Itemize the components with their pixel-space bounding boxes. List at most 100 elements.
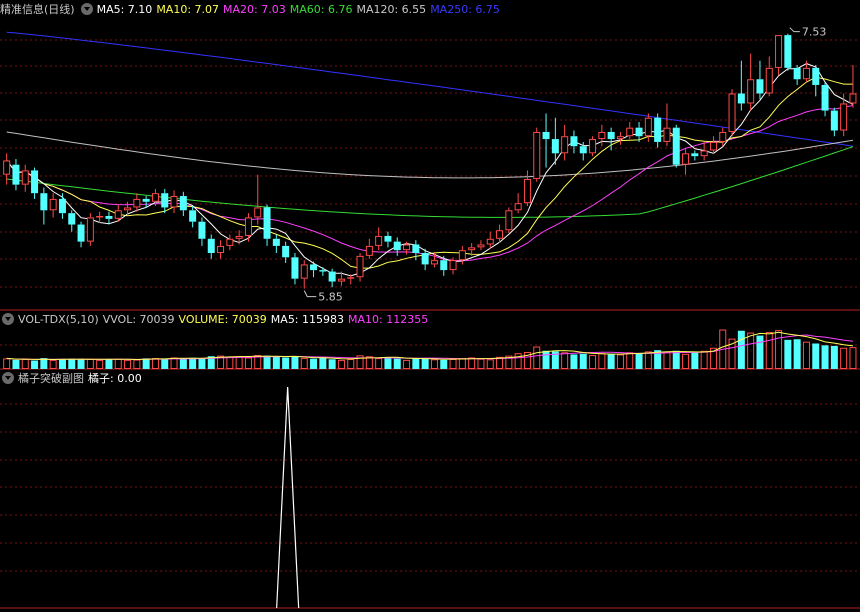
candle-body — [142, 198, 150, 202]
candle-body — [49, 198, 57, 211]
volume-bar — [542, 350, 550, 369]
candle-body — [523, 178, 531, 204]
volume-bar — [421, 358, 429, 369]
collapse-triangle-icon[interactable] — [2, 313, 14, 325]
volume-bar — [849, 347, 857, 369]
chart-canvas[interactable]: 7.53 5.85 — [0, 0, 860, 612]
volume-bar — [598, 353, 606, 369]
candle-body — [263, 207, 271, 239]
volume-bar — [347, 358, 355, 370]
volume-bar — [291, 356, 299, 369]
volume-bar — [626, 352, 634, 369]
volume-bar — [802, 341, 810, 369]
candle-body — [384, 235, 392, 242]
candle-body — [217, 245, 225, 254]
volume-bar — [765, 331, 773, 370]
candle-body — [458, 250, 466, 261]
main-indicator-0: MA5: 7.10 — [96, 3, 153, 16]
volume-bar — [86, 358, 94, 370]
volume-bar — [105, 359, 113, 369]
candle-body — [765, 67, 773, 94]
sub-panel-legend: 橘子突破副图 橘子: 0.00 — [0, 370, 150, 388]
volume-bar — [310, 358, 318, 369]
candle-body — [607, 131, 615, 140]
volume-bar — [300, 358, 308, 370]
stock-chart-window: 精准信息(日线) MA5: 7.10 MA10: 7.07 MA20: 7.03 MA6… — [0, 0, 860, 612]
candle-body — [31, 170, 39, 194]
volume-bar — [486, 359, 494, 370]
volume-bar — [337, 359, 345, 369]
candle-body — [365, 245, 373, 256]
collapse-triangle-icon[interactable] — [80, 3, 93, 15]
candle-body — [672, 127, 680, 165]
candle-body — [403, 244, 411, 251]
ma5-line — [6, 63, 854, 277]
volume-bar — [58, 359, 66, 369]
volume-bar — [644, 351, 652, 370]
candle-body — [189, 210, 197, 222]
volume-bar — [775, 330, 783, 369]
candle-body — [570, 136, 578, 147]
volume-bar — [161, 358, 169, 369]
candle-body — [784, 35, 792, 68]
candle-body — [58, 198, 66, 214]
candle-body — [440, 260, 448, 271]
candle-body — [235, 235, 243, 239]
volume-bar — [319, 357, 327, 369]
candle-body — [179, 196, 187, 211]
main-title: 精准信息(日线) — [0, 3, 75, 16]
volume-bar — [747, 332, 755, 369]
volume-indicator-0: VVOL: 70039 — [102, 313, 175, 326]
sub-indicator-0: 橘子: 0.00 — [88, 372, 142, 385]
volume-bar — [189, 357, 197, 369]
volume-bar — [3, 358, 11, 369]
candle-body — [747, 79, 755, 104]
main-indicator-1: MA10: 7.07 — [156, 3, 220, 16]
volume-bar — [440, 359, 448, 369]
candle-body — [663, 127, 671, 142]
volume-bar — [589, 355, 597, 370]
candle-body — [728, 93, 736, 132]
volume-bar — [561, 352, 569, 369]
main-panel-legend: 精准信息(日线) MA5: 7.10 MA10: 7.07 MA20: 7.03 MA6… — [0, 1, 508, 19]
volume-bar — [449, 358, 457, 370]
candle-body — [542, 131, 550, 140]
main-indicator-4: MA120: 6.55 — [356, 3, 427, 16]
candle-body — [310, 264, 318, 271]
volume-bar — [793, 339, 801, 369]
candle-body — [3, 160, 11, 175]
candle-body — [421, 253, 429, 265]
candle-body — [793, 67, 801, 80]
candle-body — [356, 255, 364, 278]
volume-bar — [468, 357, 476, 369]
collapse-triangle-icon[interactable] — [2, 372, 14, 384]
volume-bar — [756, 335, 764, 369]
volume-bar — [393, 358, 401, 369]
volume-bar — [263, 355, 271, 369]
candle-body — [496, 230, 504, 239]
candle-body — [244, 217, 252, 236]
volume-bar — [840, 347, 848, 370]
candle-body — [840, 103, 848, 131]
candle-body — [77, 224, 85, 242]
orange-signal-spike — [276, 386, 300, 609]
volume-bar — [142, 358, 150, 369]
candle-body — [300, 264, 308, 279]
main-indicator-5: MA250: 6.75 — [430, 3, 500, 16]
candle-body — [709, 141, 717, 151]
candle-body — [412, 244, 420, 254]
candle-body — [644, 117, 652, 137]
candle-body — [328, 271, 336, 282]
volume-bar — [198, 358, 206, 369]
candle-body — [319, 270, 327, 272]
main-indicator-2: MA20: 7.03 — [223, 3, 286, 16]
low-price-label: 5.85 — [318, 291, 343, 304]
candle-body — [802, 67, 810, 80]
candle-body — [626, 127, 634, 137]
volume-bar — [235, 356, 243, 370]
volume-bar — [430, 359, 438, 370]
candle-body — [430, 260, 438, 265]
candle-body — [449, 260, 457, 271]
volume-bar — [663, 351, 671, 369]
ma250-line — [6, 31, 854, 147]
